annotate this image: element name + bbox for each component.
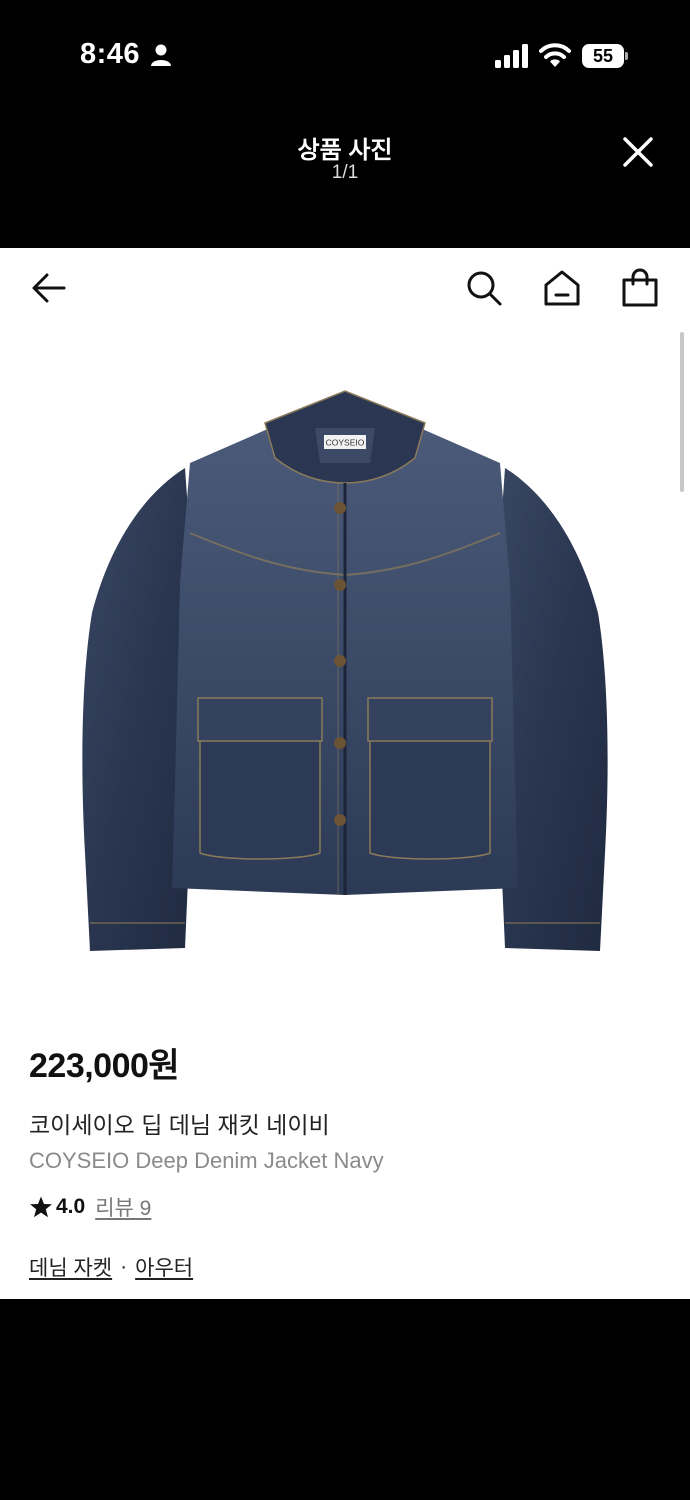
product-info: 223,000원 코이세이오 딥 데님 재킷 네이비 COYSEIO Deep … — [29, 1038, 669, 1282]
status-time: 8:46 — [80, 38, 141, 70]
status-bar: 8:46 55 — [0, 0, 690, 110]
home-icon[interactable] — [542, 268, 582, 308]
back-arrow-icon[interactable] — [29, 268, 69, 308]
wifi-icon — [539, 43, 571, 67]
close-icon[interactable] — [616, 130, 660, 174]
product-name-korean: 코이세이오 딥 데님 재킷 네이비 — [29, 1112, 330, 1138]
battery-level: 55 — [582, 44, 624, 68]
rating-row: 4.0 리뷰 9 — [29, 1192, 669, 1222]
jacket-label-text: COYSEIO — [326, 438, 365, 448]
rating-value: 4.0 — [56, 1195, 86, 1218]
category-breadcrumb: 데님 자켓 · 아우터 — [29, 1252, 669, 1282]
product-page: COYSEIO 223,000원 코이세이오 딥 데님 재킷 네이비 COYSE… — [0, 248, 690, 1299]
category-link-denim-jacket[interactable]: 데님 자켓 — [29, 1252, 112, 1282]
search-icon[interactable] — [464, 268, 504, 308]
scrollbar[interactable] — [680, 332, 684, 492]
viewer-title: 상품 사진 — [297, 137, 393, 164]
review-count-link[interactable]: 리뷰 9 — [95, 1192, 151, 1222]
shopping-bag-icon[interactable] — [620, 268, 660, 308]
product-price: 223,000원 — [29, 1047, 180, 1085]
person-icon — [151, 44, 171, 66]
star-icon — [30, 1196, 52, 1218]
product-image[interactable]: COYSEIO — [70, 383, 620, 983]
product-name-english: COYSEIO Deep Denim Jacket Navy — [29, 1148, 384, 1173]
category-link-outer[interactable]: 아우터 — [135, 1252, 193, 1282]
bottom-black-area — [0, 1299, 690, 1500]
category-separator: · — [120, 1255, 128, 1278]
photo-counter: 1/1 — [331, 162, 359, 183]
battery-icon: 55 — [582, 44, 628, 68]
signal-icon — [495, 44, 528, 68]
top-nav-bar — [0, 248, 690, 328]
battery-tip — [625, 52, 628, 60]
photo-viewer-header: 상품 사진 1/1 — [0, 110, 690, 248]
